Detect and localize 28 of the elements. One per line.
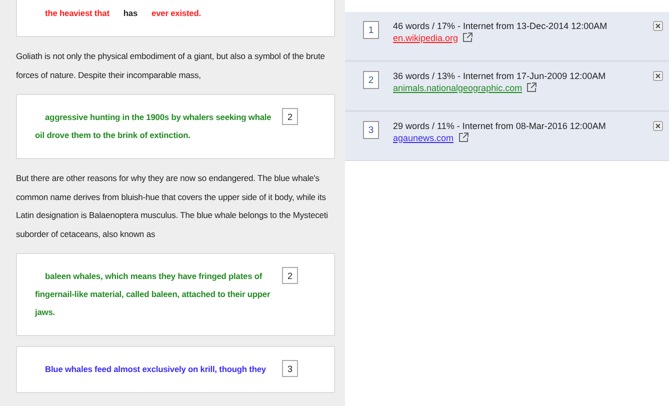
body-paragraph: But there are other reasons for why they are now so endangered. The blue whale's common name derives from bluish-hue that covers the upper side of it body, while its Latin designation is Balaenoptera musculus. The blue whale belongs to the Mysteceti suborder of cetaceans, also known as <box>16 172 329 240</box>
close-icon <box>655 123 661 129</box>
matched-text: the heaviest that <box>45 8 110 18</box>
matched-text: aggressive hunting in the 1900s by whalers seeking whale oil drove them to the brink of extinction. <box>35 112 272 140</box>
source-number[interactable]: 2 <box>282 108 298 125</box>
source-number[interactable]: 3 <box>363 121 379 139</box>
external-link-icon[interactable] <box>462 32 474 43</box>
close-icon <box>655 73 661 79</box>
matched-text: ever existed. <box>152 8 201 18</box>
source-number[interactable]: 2 <box>363 71 379 89</box>
source-number[interactable]: 2 <box>282 267 298 284</box>
external-link-icon[interactable] <box>526 82 538 93</box>
close-button[interactable] <box>653 21 663 31</box>
source-link[interactable]: animals.nationalgeographic.com <box>393 82 522 92</box>
external-link-icon[interactable] <box>458 132 469 143</box>
matched-text: baleen whales, which means they have fringed plates of fingernail-like material, called baleen, attached to their upper jaws. <box>35 271 270 317</box>
source-link[interactable]: agaunews.com <box>393 132 454 142</box>
source-summary: 36 words / 13% - Internet from 17-Jun-2009 12:00AM <box>393 71 607 81</box>
close-icon <box>655 23 661 29</box>
close-button[interactable] <box>653 71 663 81</box>
matched-text: has <box>123 8 138 18</box>
body-paragraph: Goliath is not only the physical embodiment of a giant, but also a symbol of the brute forces of nature. Despite their incomparable mass, <box>16 50 326 82</box>
source-summary: 29 words / 11% - Internet from 08-Mar-2016 12:00AM <box>393 121 607 131</box>
source-summary: 46 words / 17% - Internet from 13-Dec-2014 12:00AM <box>393 21 608 31</box>
matched-text: Blue whales feed almost exclusively on krill, though they <box>45 364 266 374</box>
close-button[interactable] <box>653 121 663 131</box>
source-number[interactable]: 1 <box>363 21 379 39</box>
source-number[interactable]: 3 <box>282 360 298 377</box>
